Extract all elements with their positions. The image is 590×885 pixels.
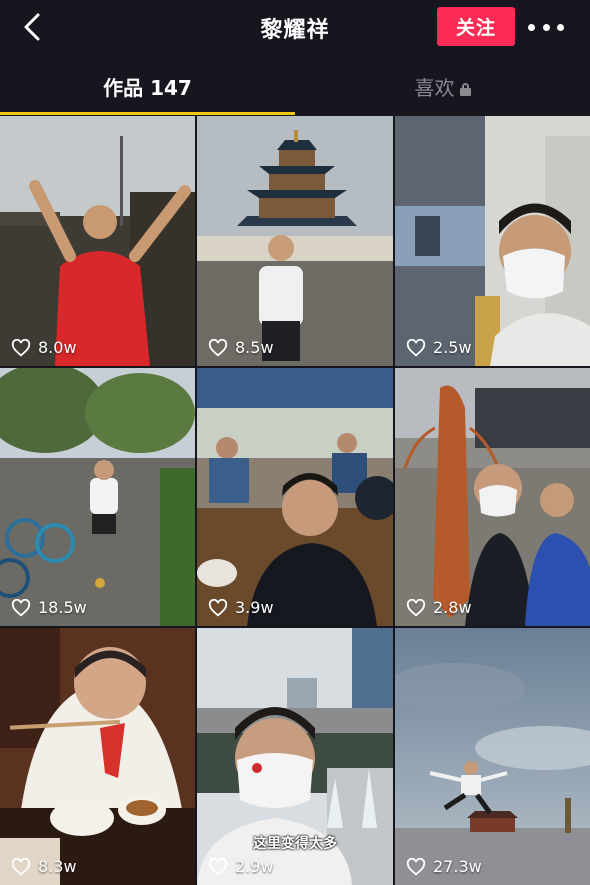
video-thumbnail[interactable]: 8.3w [0,628,195,885]
video-thumbnail[interactable]: 18.5w [0,368,195,626]
heart-icon [406,598,426,617]
like-count: 8.5w [208,338,274,357]
video-thumbnail[interactable]: 3.9w [197,368,393,626]
heart-icon [208,598,228,617]
like-count: 2.9w [208,857,274,876]
like-count: 8.0w [11,338,77,357]
heart-icon [406,338,426,357]
heart-icon [11,598,31,617]
heart-icon [11,338,31,357]
video-thumbnail[interactable]: 8.5w [197,116,393,366]
like-count: 2.8w [406,598,472,617]
heart-icon [406,857,426,876]
more-options-icon[interactable] [528,18,564,36]
tab-likes[interactable]: 喜欢 [295,72,590,101]
tab-works-label: 作品 147 [103,76,192,100]
active-tab-indicator [0,112,295,115]
video-thumbnail[interactable]: 2.8w [395,368,590,626]
like-count: 18.5w [11,598,87,617]
tab-works[interactable]: 作品 147 [0,72,295,101]
follow-button[interactable]: 关注 [437,7,515,46]
heart-icon [208,338,228,357]
like-count: 27.3w [406,857,482,876]
video-thumbnail[interactable]: 27.3w [395,628,590,885]
like-count: 2.5w [406,338,472,357]
video-thumbnail[interactable]: 这里变得太多 2.9w [197,628,393,885]
video-thumbnail[interactable]: 2.5w [395,116,590,366]
heart-icon [208,857,228,876]
video-thumbnail[interactable]: 8.0w [0,116,195,366]
video-caption: 这里变得太多 [253,836,337,852]
tab-likes-label: 喜欢 [414,76,455,100]
like-count: 3.9w [208,598,274,617]
profile-tabs: 作品 147 喜欢 [0,64,590,116]
lock-icon [459,83,471,96]
like-count: 8.3w [11,857,77,876]
top-bar: 黎耀祥 关注 [0,0,590,58]
heart-icon [11,857,31,876]
